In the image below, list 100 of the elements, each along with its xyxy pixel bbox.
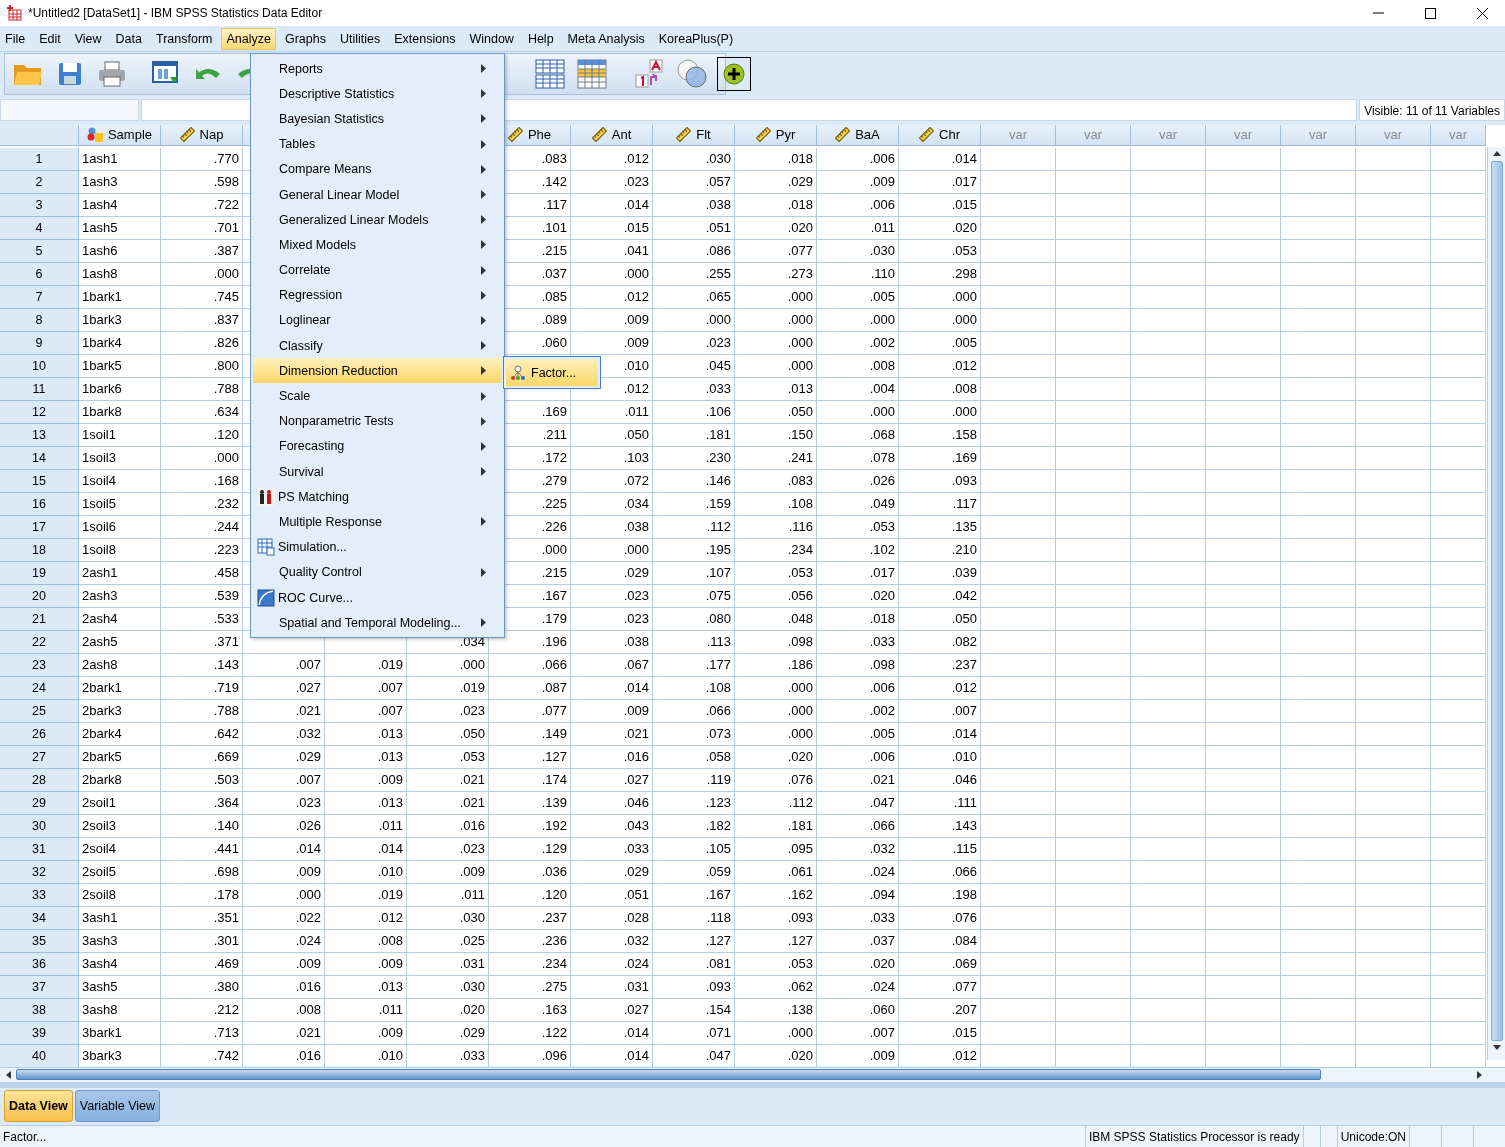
table-cell[interactable]: 1bark8 xyxy=(79,400,161,424)
table-cell[interactable]: .000 xyxy=(735,1021,817,1045)
table-cell[interactable]: .123 xyxy=(653,791,735,815)
table-cell[interactable]: .077 xyxy=(489,699,571,723)
table-cell[interactable]: .025 xyxy=(407,929,489,953)
table-cell[interactable]: .058 xyxy=(653,745,735,769)
table-cell[interactable]: .642 xyxy=(161,722,243,746)
table-cell[interactable]: .031 xyxy=(407,952,489,976)
column-header[interactable]: Chr xyxy=(899,124,981,146)
row-number[interactable]: 34 xyxy=(0,906,79,930)
table-cell[interactable]: .364 xyxy=(161,791,243,815)
table-cell[interactable]: .000 xyxy=(571,262,653,286)
table-cell[interactable]: .019 xyxy=(325,883,407,907)
table-cell[interactable]: .533 xyxy=(161,607,243,631)
table-cell[interactable]: 2soil3 xyxy=(79,814,161,838)
table-cell[interactable]: .207 xyxy=(899,998,981,1022)
table-cell[interactable]: .050 xyxy=(735,400,817,424)
table-cell[interactable]: .020 xyxy=(817,584,899,608)
table-cell[interactable]: .002 xyxy=(817,331,899,355)
table-cell[interactable]: .078 xyxy=(817,446,899,470)
table-cell[interactable]: .007 xyxy=(325,699,407,723)
row-number[interactable]: 38 xyxy=(0,998,79,1022)
table-cell[interactable]: .167 xyxy=(653,883,735,907)
row-number[interactable]: 25 xyxy=(0,699,79,723)
table-cell[interactable]: .087 xyxy=(489,676,571,700)
table-cell[interactable]: 3ash5 xyxy=(79,975,161,999)
table-cell[interactable]: .021 xyxy=(571,722,653,746)
table-cell[interactable]: .120 xyxy=(489,883,571,907)
table-cell[interactable]: 3ash8 xyxy=(79,998,161,1022)
table-cell[interactable]: .076 xyxy=(735,768,817,792)
table-cell[interactable]: .081 xyxy=(653,952,735,976)
table-cell[interactable]: .011 xyxy=(325,814,407,838)
table-cell[interactable]: .236 xyxy=(489,929,571,953)
row-number[interactable]: 32 xyxy=(0,860,79,884)
table-cell[interactable]: .007 xyxy=(817,1021,899,1045)
table-cell[interactable]: .066 xyxy=(899,860,981,884)
row-number[interactable]: 8 xyxy=(0,308,79,332)
table-cell[interactable]: .223 xyxy=(161,538,243,562)
row-number[interactable]: 40 xyxy=(0,1044,79,1067)
table-cell[interactable]: .051 xyxy=(571,883,653,907)
table-cell[interactable]: .009 xyxy=(571,331,653,355)
table-cell[interactable]: .009 xyxy=(817,170,899,194)
table-cell[interactable]: .031 xyxy=(571,975,653,999)
table-cell[interactable]: .030 xyxy=(407,906,489,930)
table-cell[interactable]: .027 xyxy=(571,768,653,792)
table-cell[interactable]: .029 xyxy=(571,860,653,884)
table-cell[interactable]: 1ash6 xyxy=(79,239,161,263)
table-cell[interactable]: .021 xyxy=(407,791,489,815)
table-cell[interactable]: 3ash3 xyxy=(79,929,161,953)
table-cell[interactable]: .094 xyxy=(817,883,899,907)
table-cell[interactable]: .008 xyxy=(899,377,981,401)
table-cell[interactable]: 2bark8 xyxy=(79,768,161,792)
table-cell[interactable]: 1soil6 xyxy=(79,515,161,539)
table-cell[interactable]: .007 xyxy=(243,653,325,677)
table-cell[interactable]: .210 xyxy=(899,538,981,562)
table-cell[interactable]: .014 xyxy=(899,722,981,746)
table-cell[interactable]: .013 xyxy=(735,377,817,401)
table-cell[interactable]: .018 xyxy=(735,193,817,217)
row-number[interactable]: 11 xyxy=(0,377,79,401)
table-cell[interactable]: .053 xyxy=(899,239,981,263)
menu-item[interactable]: View xyxy=(69,27,107,50)
table-cell[interactable]: 1soil3 xyxy=(79,446,161,470)
table-cell[interactable]: .069 xyxy=(899,952,981,976)
table-cell[interactable]: .146 xyxy=(653,469,735,493)
table-cell[interactable]: .012 xyxy=(899,676,981,700)
table-cell[interactable]: .039 xyxy=(899,561,981,585)
table-cell[interactable]: .008 xyxy=(817,354,899,378)
table-cell[interactable]: .169 xyxy=(899,446,981,470)
table-cell[interactable]: .107 xyxy=(653,561,735,585)
row-number[interactable]: 37 xyxy=(0,975,79,999)
table-cell[interactable]: .009 xyxy=(243,860,325,884)
table-cell[interactable]: .237 xyxy=(899,653,981,677)
table-cell[interactable]: .098 xyxy=(817,653,899,677)
menu-item[interactable]: KoreaPlus(P) xyxy=(653,27,739,50)
table-cell[interactable]: .237 xyxy=(489,906,571,930)
table-cell[interactable]: .020 xyxy=(735,745,817,769)
table-cell[interactable]: .002 xyxy=(817,699,899,723)
table-cell[interactable]: 2soil4 xyxy=(79,837,161,861)
table-cell[interactable]: .029 xyxy=(571,561,653,585)
table-cell[interactable]: .067 xyxy=(571,653,653,677)
row-number[interactable]: 22 xyxy=(0,630,79,654)
menu-entry[interactable]: Descriptive Statistics xyxy=(253,81,502,107)
row-number[interactable]: 1 xyxy=(0,147,79,171)
table-cell[interactable]: .015 xyxy=(899,193,981,217)
row-number[interactable]: 4 xyxy=(0,216,79,240)
table-cell[interactable]: .011 xyxy=(817,216,899,240)
table-cell[interactable]: 1bark1 xyxy=(79,285,161,309)
row-number[interactable]: 10 xyxy=(0,354,79,378)
table-cell[interactable]: .098 xyxy=(735,630,817,654)
table-cell[interactable]: .298 xyxy=(899,262,981,286)
table-cell[interactable]: .027 xyxy=(243,676,325,700)
table-cell[interactable]: .029 xyxy=(243,745,325,769)
row-number[interactable]: 19 xyxy=(0,561,79,585)
table-cell[interactable]: .015 xyxy=(571,216,653,240)
table-cell[interactable]: .066 xyxy=(489,653,571,677)
table-cell[interactable]: .020 xyxy=(735,216,817,240)
table-cell[interactable]: .120 xyxy=(161,423,243,447)
table-cell[interactable]: .351 xyxy=(161,906,243,930)
row-number[interactable]: 33 xyxy=(0,883,79,907)
menu-item[interactable]: Edit xyxy=(34,27,66,50)
